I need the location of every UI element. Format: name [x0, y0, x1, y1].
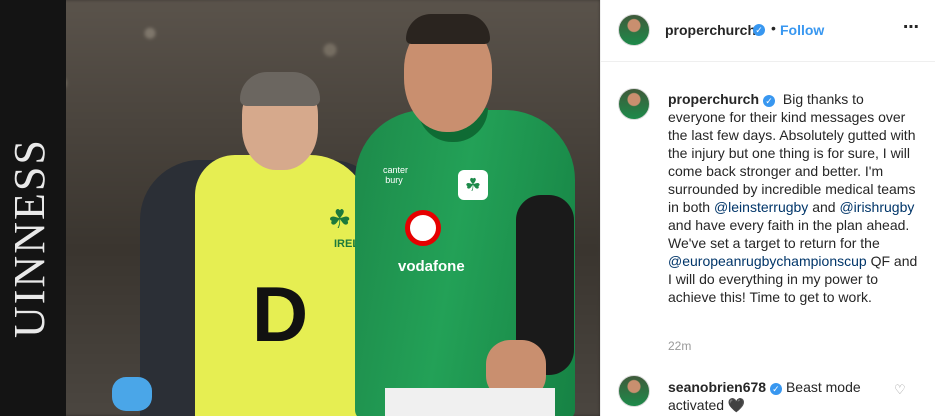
post-photo[interactable]: UINNESS D ☘ IREL canter bury ☘ vodafone [0, 0, 600, 416]
shamrock-icon: ☘ [328, 204, 352, 234]
caption-text: Big thanks to everyone for their kind me… [668, 91, 916, 215]
sponsor-logo-icon [405, 210, 441, 246]
verified-icon: ✓ [763, 95, 776, 107]
post-header: properchurch ✓ • Follow ⋯ [601, 0, 935, 62]
mention-link[interactable]: @leinsterrugby [714, 199, 808, 215]
player-hair [406, 14, 490, 44]
separator-dot: • [771, 20, 776, 36]
avatar[interactable] [618, 14, 650, 46]
sponsor-text: vodafone [398, 258, 465, 275]
post-padding: UINNESS [0, 0, 66, 416]
more-options-icon[interactable]: ⋯ [903, 17, 923, 41]
caption-text: and have every faith in the plan ahead. … [668, 217, 910, 251]
medic-glove [112, 377, 152, 411]
caption-username[interactable]: properchurch [668, 91, 759, 107]
verified-icon: ✓ [753, 24, 765, 36]
medic-hair [240, 72, 320, 106]
caption-avatar[interactable] [618, 88, 650, 120]
comment-avatar[interactable] [618, 375, 650, 407]
post-side-panel: properchurch ✓ • Follow ⋯ properchurch ✓ … [600, 0, 935, 416]
crest-icon: ☘ [458, 170, 488, 200]
kit-brand: canter bury [383, 165, 409, 185]
follow-button[interactable]: Follow [780, 22, 824, 38]
comment-username[interactable]: seanobrien678 [668, 379, 766, 395]
mention-link[interactable]: @irishrugby [839, 199, 914, 215]
caption-text: and [812, 199, 836, 215]
caption: properchurch ✓ Big thanks to everyone for… [668, 90, 918, 306]
mention-link[interactable]: @europeanrugbychampionscup [668, 253, 867, 269]
player-shorts [385, 388, 555, 416]
like-heart-icon[interactable]: ♡ [894, 383, 908, 397]
comment: seanobrien678 ✓ Beast mode activated 🖤 [668, 378, 888, 414]
time-ago[interactable]: 22m [668, 339, 691, 353]
bib-letter: D [251, 270, 309, 358]
signage-text: UINNESS [5, 138, 54, 338]
header-username[interactable]: properchurch [665, 22, 756, 38]
verified-icon: ✓ [769, 383, 782, 395]
